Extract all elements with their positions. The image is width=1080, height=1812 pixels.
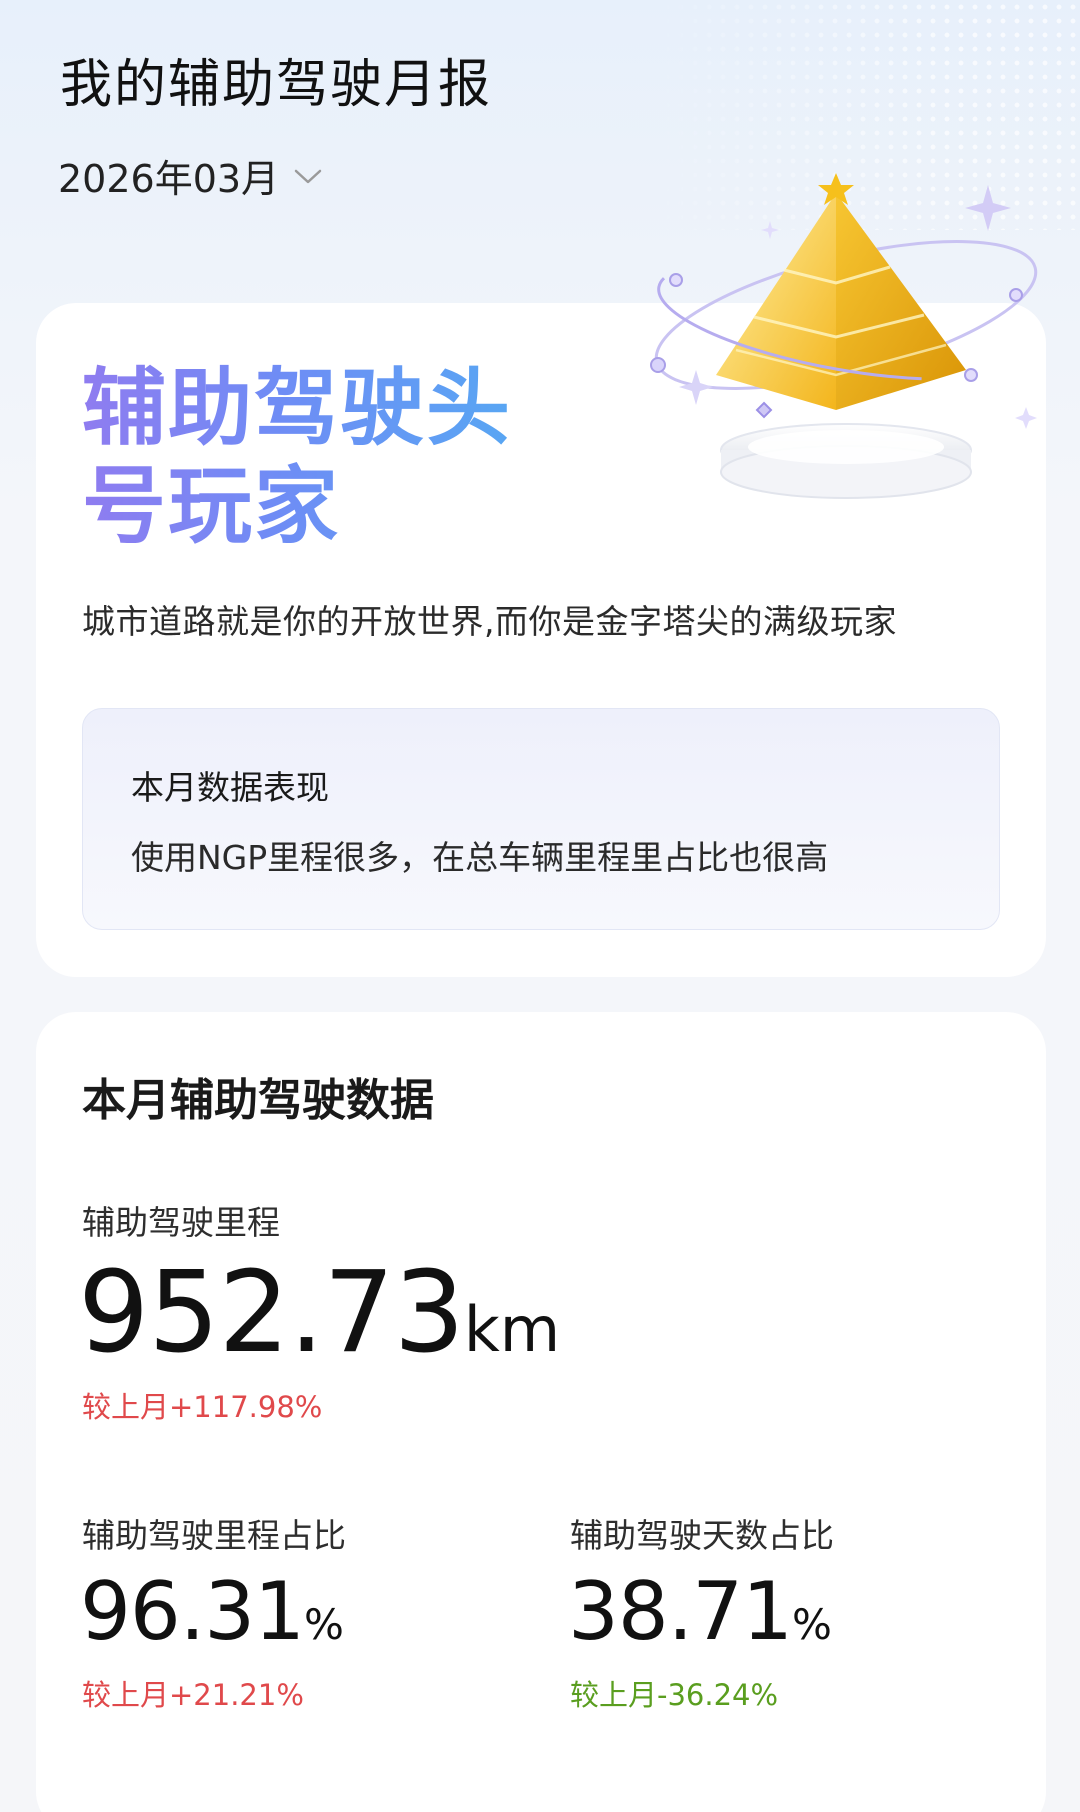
days-ratio-label: 辅助驾驶天数占比 bbox=[570, 1516, 834, 1555]
days-ratio-number: 38.71 bbox=[568, 1565, 793, 1658]
chevron-down-icon bbox=[294, 169, 322, 183]
badge-title: 辅助驾驶头 号玩家 bbox=[82, 359, 512, 555]
badge-subtitle: 城市道路就是你的开放世界,而你是金字塔尖的满级玩家 bbox=[82, 602, 897, 641]
stats-card: 本月辅助驾驶数据 辅助驾驶里程 952.73km 较上月+117.98% 辅助驾… bbox=[36, 1012, 1046, 1812]
days-ratio-value: 38.71% bbox=[568, 1564, 832, 1673]
mileage-number: 952.73 bbox=[78, 1248, 465, 1378]
mileage-ratio-value: 96.31% bbox=[80, 1564, 344, 1673]
mileage-ratio-unit: % bbox=[304, 1600, 344, 1649]
mileage-delta: 较上月+117.98% bbox=[82, 1390, 323, 1424]
mileage-ratio-delta: 较上月+21.21% bbox=[82, 1678, 304, 1712]
stats-heading: 本月辅助驾驶数据 bbox=[82, 1075, 434, 1126]
mileage-unit: km bbox=[463, 1293, 561, 1366]
month-label: 2026年03月 bbox=[58, 157, 280, 201]
month-selector[interactable]: 2026年03月 bbox=[58, 148, 323, 203]
mileage-ratio-number: 96.31 bbox=[80, 1565, 305, 1658]
performance-text: 使用NGP里程很多，在总车辆里程里占比也很高 bbox=[131, 838, 829, 877]
report-page: 我的辅助驾驶月报 2026年03月 辅助驾驶头 号玩家 城市道路就是你的开放世界… bbox=[0, 0, 1080, 1812]
badge-title-line2: 号玩家 bbox=[82, 457, 341, 555]
page-title: 我的辅助驾驶月报 bbox=[60, 55, 493, 115]
mileage-label: 辅助驾驶里程 bbox=[82, 1203, 280, 1242]
days-ratio-delta: 较上月-36.24% bbox=[570, 1678, 779, 1712]
performance-box: 本月数据表现 使用NGP里程很多，在总车辆里程里占比也很高 bbox=[82, 708, 1000, 930]
days-ratio-unit: % bbox=[792, 1600, 832, 1649]
mileage-ratio-label: 辅助驾驶里程占比 bbox=[82, 1516, 346, 1555]
mileage-value: 952.73km bbox=[78, 1248, 560, 1395]
gold-pyramid-trophy-icon bbox=[650, 173, 1038, 499]
performance-heading: 本月数据表现 bbox=[131, 768, 329, 807]
badge-title-line1: 辅助驾驶头 bbox=[82, 359, 513, 457]
